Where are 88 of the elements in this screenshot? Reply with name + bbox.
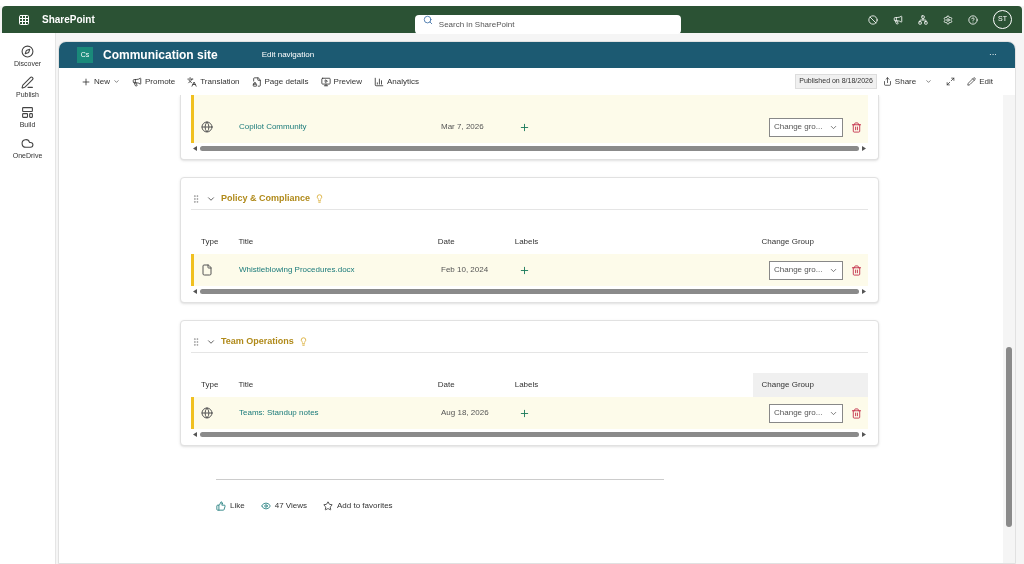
eye-icon (260, 501, 271, 511)
drag-handle-icon[interactable] (191, 193, 201, 204)
column-header[interactable]: Type (201, 230, 239, 254)
megaphone-icon (132, 76, 142, 87)
scroll-right-icon[interactable] (862, 288, 866, 294)
item-link[interactable]: Teams: Standup notes (239, 407, 441, 419)
favorite-button[interactable]: Add to favorites (323, 500, 393, 512)
add-label-icon[interactable] (519, 264, 530, 276)
change-group-dropdown[interactable]: Change gro... (769, 117, 843, 137)
table-row[interactable]: Whistleblowing Procedures.docx Feb 10, 2024 Change gro... (191, 254, 868, 286)
thumbs-up-icon (216, 501, 226, 511)
views-count: 47 Views (260, 500, 307, 512)
column-header[interactable]: Change Group (753, 373, 868, 397)
like-button[interactable]: Like (216, 500, 245, 512)
pen-icon (21, 75, 34, 89)
column-header[interactable]: Title (238, 373, 438, 397)
column-header[interactable]: Date (437, 230, 515, 254)
add-label-icon[interactable] (519, 407, 530, 419)
group-title: Team Operations (221, 334, 294, 348)
change-group-dropdown[interactable]: Change gro... (769, 403, 843, 423)
lightbulb-icon (298, 337, 308, 346)
item-link[interactable]: Copilot Community (239, 121, 441, 133)
cloud-icon (21, 136, 34, 150)
caret-icon (113, 78, 120, 85)
delete-icon[interactable] (851, 264, 862, 276)
plus-icon (81, 76, 91, 87)
document-icon (201, 264, 213, 276)
column-header[interactable]: Date (437, 373, 515, 397)
drag-handle-icon[interactable] (191, 336, 201, 347)
date-text: Feb 10, 2024 (441, 264, 490, 276)
date-text: Mar 7, 2026 (441, 121, 485, 133)
toolbar-button[interactable]: Preview (320, 75, 362, 88)
table-row[interactable]: Teams: Standup notes Aug 18, 2026 Change gro... (191, 397, 868, 429)
toolbar-button[interactable]: Translation (187, 75, 240, 88)
horizontal-scrollbar[interactable] (200, 145, 859, 151)
share-icon (882, 77, 892, 86)
translate-icon (187, 76, 198, 87)
star-icon (323, 501, 333, 511)
horizontal-scrollbar[interactable] (200, 288, 859, 294)
column-header[interactable]: Title (238, 230, 438, 254)
edit-navigation-link[interactable]: Edit navigation (261, 49, 315, 61)
globe-icon (201, 121, 213, 133)
edit-button[interactable]: Edit (967, 75, 993, 88)
scroll-right-icon[interactable] (862, 145, 866, 151)
settings-icon[interactable] (943, 14, 953, 25)
column-header[interactable]: Type (201, 373, 239, 397)
expand-icon[interactable] (946, 77, 956, 86)
toolbar-button[interactable]: Page details (251, 75, 309, 88)
delete-icon[interactable] (851, 121, 862, 133)
toolbar-button[interactable]: Promote (132, 75, 176, 88)
item-link[interactable]: Whistleblowing Procedures.docx (239, 264, 441, 276)
lightbulb-icon (315, 194, 325, 203)
horizontal-scrollbar[interactable] (200, 431, 859, 437)
scroll-left-icon[interactable] (193, 145, 197, 151)
globe-icon (201, 407, 213, 419)
search-icon (422, 15, 433, 25)
group-title: Policy & Compliance (221, 191, 311, 205)
share-button[interactable]: Share (882, 75, 933, 88)
help-icon[interactable] (968, 14, 978, 25)
scroll-left-icon[interactable] (193, 431, 197, 437)
date-text: Aug 18, 2026 (441, 407, 490, 419)
site-title[interactable]: Communication site (103, 46, 218, 64)
column-header[interactable]: Labels (514, 230, 754, 254)
layout-icon (21, 106, 34, 119)
page-icon (251, 76, 262, 87)
app-launcher-icon[interactable] (18, 13, 30, 26)
toolbar-button[interactable]: Analytics (374, 75, 420, 88)
toolbar-button[interactable]: New (81, 75, 120, 88)
column-header[interactable]: Labels (514, 373, 754, 397)
more-button[interactable]: ··· (989, 49, 997, 61)
chart-icon (374, 76, 384, 87)
change-group-dropdown[interactable]: Change gro... (769, 260, 843, 280)
add-label-icon[interactable] (519, 121, 530, 133)
brand-name: SharePoint (42, 13, 95, 27)
megaphone-icon[interactable] (893, 14, 903, 25)
preview-icon (320, 76, 331, 87)
network-icon[interactable] (918, 14, 928, 25)
compass-icon (21, 45, 34, 58)
caret-icon (925, 78, 933, 85)
delete-icon[interactable] (851, 407, 862, 419)
pencil-icon (967, 77, 977, 86)
vertical-scrollbar[interactable] (1006, 347, 1012, 527)
status-icon[interactable] (868, 14, 878, 25)
column-header[interactable]: Change Group (753, 230, 868, 254)
search-field[interactable]: Search in SharePoint (414, 15, 681, 34)
scroll-right-icon[interactable] (862, 431, 866, 437)
table-row[interactable]: Copilot Community Mar 7, 2026 Change gro... (191, 95, 868, 143)
scroll-left-icon[interactable] (193, 288, 197, 294)
